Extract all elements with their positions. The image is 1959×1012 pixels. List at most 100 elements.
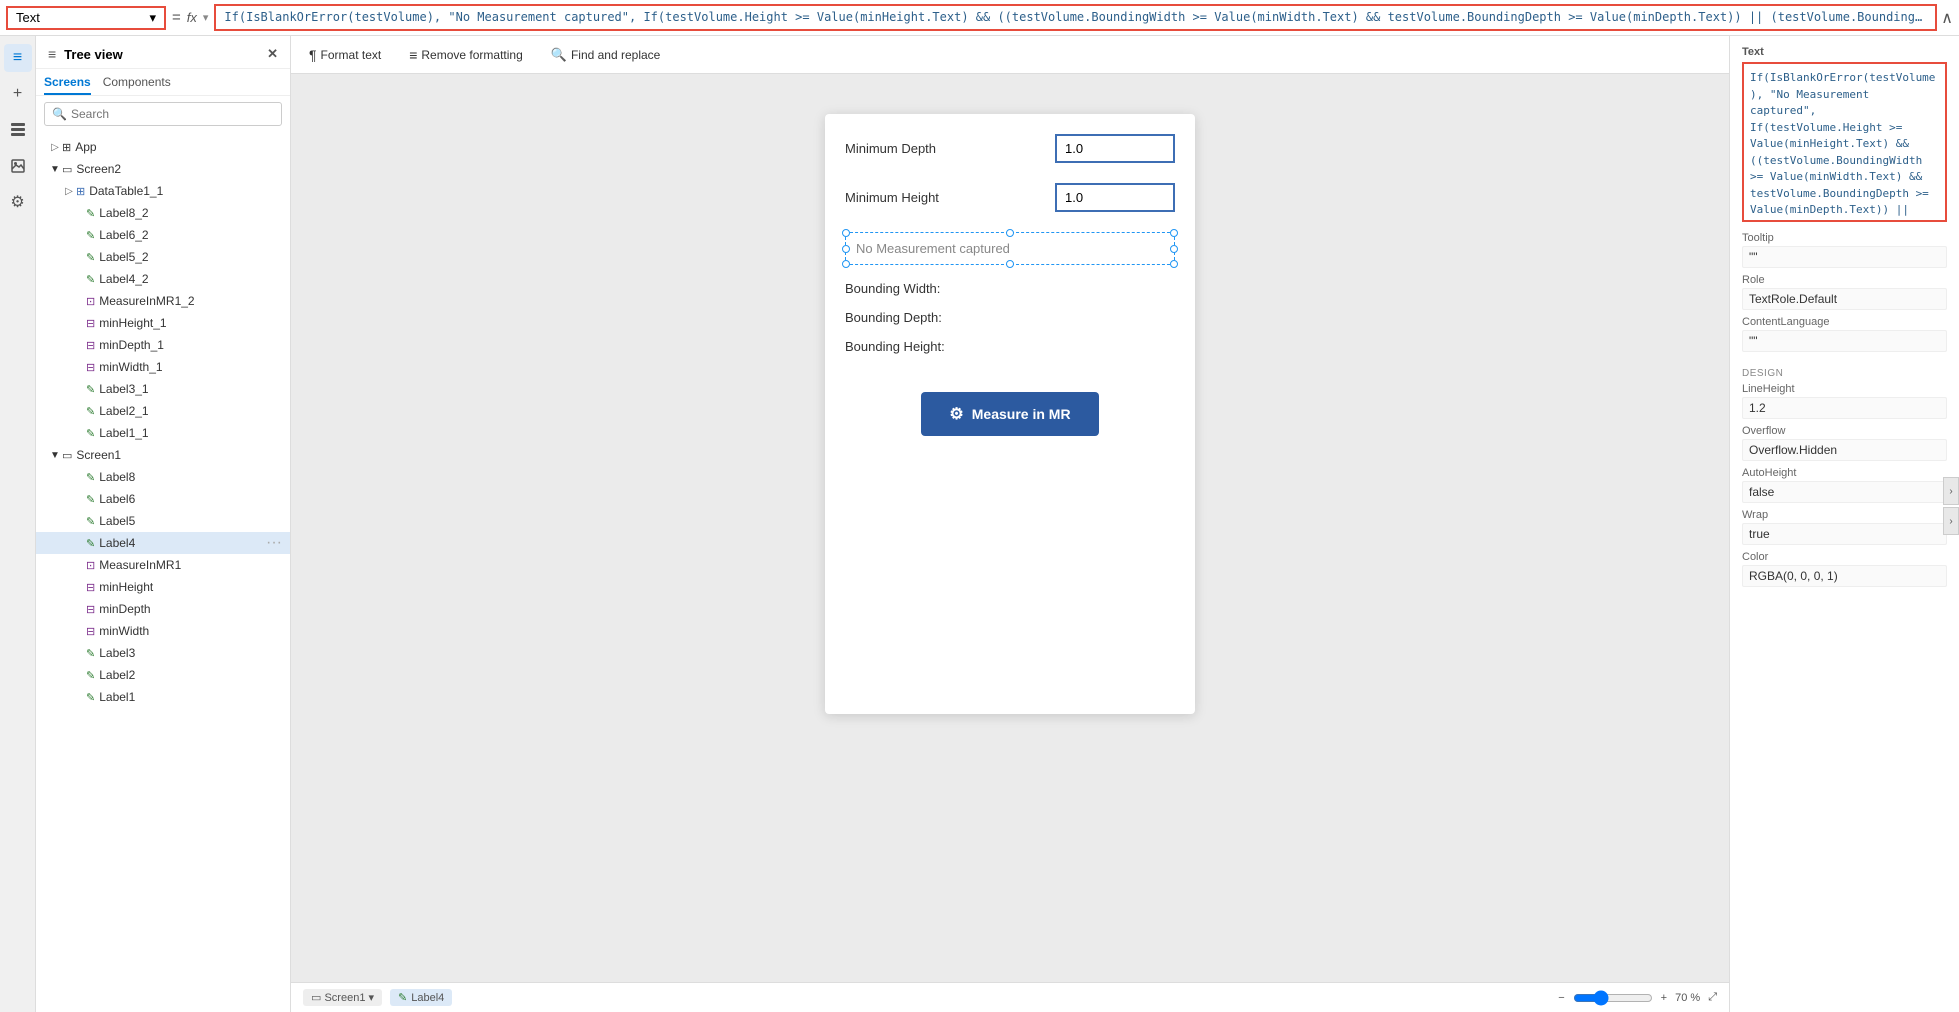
props-wrap-group: Wrap true: [1742, 509, 1947, 545]
collapse-icon: ▼: [48, 450, 62, 461]
min-height-input[interactable]: [1055, 183, 1175, 212]
tree-screen2-item[interactable]: ▼ ▭ Screen2: [36, 158, 290, 180]
zoom-slider[interactable]: [1573, 990, 1653, 1006]
label4: Label4: [99, 536, 266, 550]
auto-height-value[interactable]: false: [1742, 481, 1947, 503]
rail-icon-data[interactable]: [4, 116, 32, 144]
status-screen-label: Screen1: [324, 992, 365, 1004]
screen1-label: Screen1: [76, 448, 282, 462]
collapse-down-button[interactable]: ›: [1943, 507, 1959, 535]
tree-label4[interactable]: ✎ Label4 ···: [36, 532, 290, 554]
minheight-1: minHeight_1: [99, 316, 282, 330]
min-depth-label: Minimum Depth: [845, 141, 1055, 156]
no-measurement-label[interactable]: No Measurement captured: [845, 232, 1175, 265]
status-screen-tag[interactable]: ▭ Screen1 ▾: [303, 989, 382, 1006]
close-icon[interactable]: ✕: [267, 46, 278, 62]
wrap-value[interactable]: true: [1742, 523, 1947, 545]
tree-minwidth_1[interactable]: ⊟ minWidth_1: [36, 356, 290, 378]
format-text-button[interactable]: ¶ Format text: [303, 44, 387, 66]
format-text-label: Format text: [321, 48, 382, 62]
props-line-height-group: LineHeight 1.2: [1742, 383, 1947, 419]
tree-measureinmr1[interactable]: ⊡ MeasureInMR1: [36, 554, 290, 576]
mindepth: minDepth: [99, 602, 282, 616]
label-icon: ✎: [86, 207, 95, 220]
tab-components[interactable]: Components: [103, 75, 171, 95]
tree-app-item[interactable]: ▷ ⊞ App: [36, 136, 290, 158]
measure-in-mr-button[interactable]: ⚙ Measure in MR: [921, 392, 1098, 436]
label-icon: ✎: [86, 273, 95, 286]
tree-label5_2[interactable]: ✎ Label5_2: [36, 246, 290, 268]
rail-icon-settings[interactable]: ⚙: [4, 188, 32, 216]
hamburger-icon[interactable]: ≡: [48, 46, 56, 62]
tree-label4_2[interactable]: ✎ Label4_2: [36, 268, 290, 290]
min-depth-input[interactable]: [1055, 134, 1175, 163]
zoom-value-label: 70 %: [1675, 992, 1700, 1004]
tree-minheight[interactable]: ⊟ minHeight: [36, 576, 290, 598]
tree-label3_1[interactable]: ✎ Label3_1: [36, 378, 290, 400]
tree-mindepth[interactable]: ⊟ minDepth: [36, 598, 290, 620]
props-text-formula[interactable]: If(IsBlankOrError(testVolume), "No Measu…: [1742, 62, 1947, 222]
tree-screen1-item[interactable]: ▼ ▭ Screen1: [36, 444, 290, 466]
search-input[interactable]: [44, 102, 282, 126]
overflow-value[interactable]: Overflow.Hidden: [1742, 439, 1947, 461]
tree-label8_2[interactable]: ✎ Label8_2: [36, 202, 290, 224]
measureinmr1: MeasureInMR1: [99, 558, 282, 572]
status-label-tag[interactable]: ✎ Label4: [390, 989, 452, 1006]
rail-icon-insert[interactable]: +: [4, 80, 32, 108]
tooltip-value[interactable]: "": [1742, 246, 1947, 268]
collapse-up-button[interactable]: ∧: [1941, 8, 1953, 28]
right-collapse-buttons: › ›: [1943, 477, 1959, 535]
remove-formatting-button[interactable]: ≡ Remove formatting: [403, 44, 529, 66]
zoom-minus-button[interactable]: −: [1558, 992, 1564, 1004]
role-value[interactable]: TextRole.Default: [1742, 288, 1947, 310]
expand-icon[interactable]: ⤢: [1708, 991, 1717, 1004]
format-text-icon: ¶: [309, 47, 317, 63]
tree-mindepth_1[interactable]: ⊟ minDepth_1: [36, 334, 290, 356]
label2: Label2: [99, 668, 282, 682]
search-icon: 🔍: [52, 107, 67, 121]
color-value[interactable]: RGBA(0, 0, 0, 1): [1742, 565, 1947, 587]
fx-button[interactable]: fx: [187, 10, 197, 25]
input-icon: ⊟: [86, 603, 95, 616]
bounding-width-label: Bounding Width:: [845, 281, 940, 296]
props-role-group: Role TextRole.Default: [1742, 274, 1947, 310]
tree-label6[interactable]: ✎ Label6: [36, 488, 290, 510]
fx-dropdown-arrow[interactable]: ▾: [203, 11, 209, 24]
zoom-plus-button[interactable]: +: [1661, 992, 1667, 1004]
tree-label8[interactable]: ✎ Label8: [36, 466, 290, 488]
tree-label3[interactable]: ✎ Label3: [36, 642, 290, 664]
find-replace-label: Find and replace: [571, 48, 660, 62]
rail-icon-media[interactable]: [4, 152, 32, 180]
label-icon: ✎: [86, 251, 95, 264]
handle-bottom-right: [1170, 260, 1178, 268]
mindepth-1: minDepth_1: [99, 338, 282, 352]
datatable1-label: DataTable1_1: [89, 184, 282, 198]
tree-datatable1_1[interactable]: ▷ ⊞ DataTable1_1: [36, 180, 290, 202]
tree-measureinmr1_2[interactable]: ⊡ MeasureInMR1_2: [36, 290, 290, 312]
tree-label1[interactable]: ✎ Label1: [36, 686, 290, 708]
element-selector[interactable]: Text ▾: [6, 6, 166, 30]
tree-label6_2[interactable]: ✎ Label6_2: [36, 224, 290, 246]
tab-screens[interactable]: Screens: [44, 75, 91, 95]
content-language-value[interactable]: "": [1742, 330, 1947, 352]
design-section-title: DESIGN: [1742, 368, 1947, 379]
tree-label2_1[interactable]: ✎ Label2_1: [36, 400, 290, 422]
collapse-up-button[interactable]: ›: [1943, 477, 1959, 505]
tree-panel: ≡ Tree view ✕ Screens Components 🔍 ▷ ⊞ A…: [36, 36, 291, 1012]
tree-label2[interactable]: ✎ Label2: [36, 664, 290, 686]
bounding-width-row: Bounding Width:: [845, 281, 1175, 296]
rail-icon-tree[interactable]: ≡: [4, 44, 32, 72]
props-content-language-group: ContentLanguage "": [1742, 316, 1947, 352]
handle-right: [1170, 245, 1178, 253]
tree-label5[interactable]: ✎ Label5: [36, 510, 290, 532]
tree-minheight_1[interactable]: ⊟ minHeight_1: [36, 312, 290, 334]
item-options-icon[interactable]: ···: [266, 534, 282, 552]
line-height-value[interactable]: 1.2: [1742, 397, 1947, 419]
remove-formatting-label: Remove formatting: [421, 48, 522, 62]
tree-label1_1[interactable]: ✎ Label1_1: [36, 422, 290, 444]
status-element-label: Label4: [411, 992, 444, 1004]
find-replace-button[interactable]: 🔍 Find and replace: [545, 44, 667, 66]
min-depth-row: Minimum Depth: [845, 134, 1175, 163]
formula-input[interactable]: If(IsBlankOrError(testVolume), "No Measu…: [214, 4, 1937, 31]
tree-minwidth[interactable]: ⊟ minWidth: [36, 620, 290, 642]
